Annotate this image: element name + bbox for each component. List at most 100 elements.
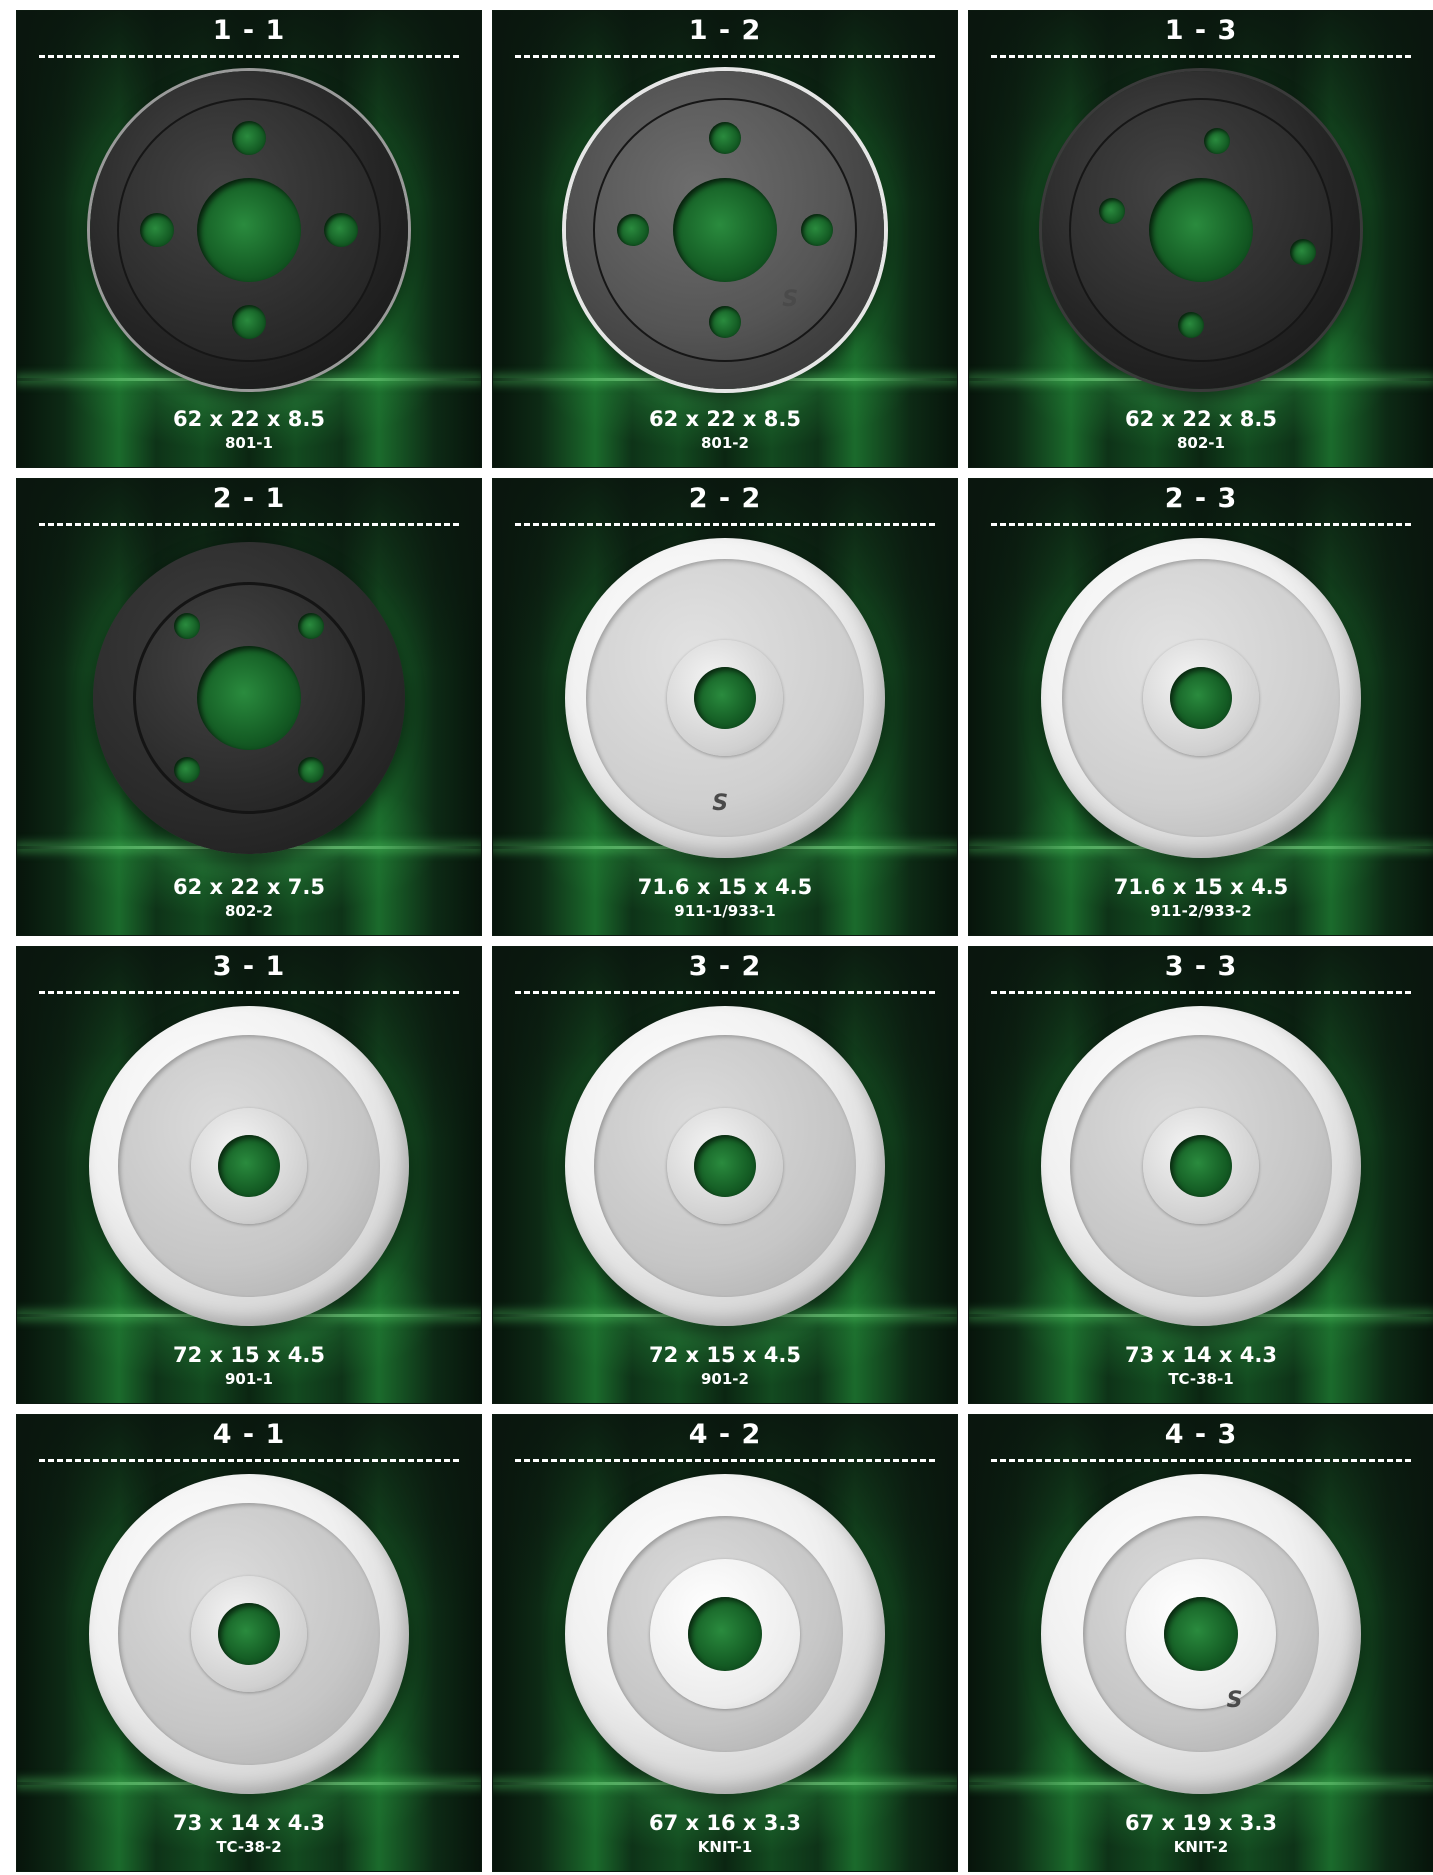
- disk-bore: [218, 1135, 280, 1197]
- dashed-divider: [515, 523, 935, 526]
- cell-label: 4 - 3: [1164, 1419, 1238, 1450]
- part-code: 802-1: [1177, 434, 1225, 452]
- cell-label: 1 - 1: [212, 15, 286, 46]
- product-card-3-2[interactable]: 3 - 2 72 x 15 x 4.5 901-2: [492, 946, 958, 1404]
- dashed-divider: [39, 55, 459, 58]
- part-code: 802-2: [225, 902, 273, 920]
- brand-logo-icon: S: [1226, 1688, 1243, 1714]
- dashed-divider: [991, 991, 1411, 994]
- part-code: 801-1: [225, 434, 273, 452]
- product-card-2-1[interactable]: 2 - 1 62 x 22 x 7.5 802-2: [16, 478, 482, 936]
- dashed-divider: [39, 523, 459, 526]
- bolt-hole: [801, 214, 834, 246]
- disk-bore: [1149, 178, 1253, 282]
- cell-label: 3 - 2: [688, 951, 762, 982]
- dashed-divider: [991, 55, 1411, 58]
- dashed-divider: [515, 1459, 935, 1462]
- dimension-label: 72 x 15 x 4.5: [173, 1343, 325, 1367]
- cell-label: 1 - 3: [1164, 15, 1238, 46]
- part-code: 911-1/933-1: [674, 902, 776, 920]
- part-code: KNIT-2: [1173, 1838, 1229, 1856]
- brand-logo-icon: S: [712, 790, 729, 816]
- disk-image: [93, 542, 405, 854]
- dashed-divider: [39, 1459, 459, 1462]
- product-card-4-2[interactable]: 4 - 2 67 x 16 x 3.3 KNIT-1: [492, 1414, 958, 1872]
- part-code: TC-38-2: [216, 1838, 282, 1856]
- product-card-4-3[interactable]: 4 - 3 S 67 x 19 x 3.3 KNIT-2: [968, 1414, 1433, 1872]
- bolt-hole: [232, 305, 266, 340]
- disk-bore: [1164, 1597, 1238, 1671]
- bolt-hole: [616, 214, 649, 246]
- part-code: TC-38-1: [1168, 1370, 1234, 1388]
- bolt-hole: [1289, 239, 1316, 266]
- bolt-hole: [232, 120, 266, 155]
- dashed-divider: [991, 1459, 1411, 1462]
- part-code: 801-2: [701, 434, 749, 452]
- disk-bore: [673, 178, 777, 282]
- disk-image: [90, 71, 408, 389]
- part-code: KNIT-1: [697, 1838, 753, 1856]
- dimension-label: 62 x 22 x 7.5: [173, 875, 325, 899]
- dimension-label: 71.6 x 15 x 4.5: [637, 875, 813, 899]
- brand-logo-icon: S: [782, 287, 799, 313]
- bolt-hole: [1203, 127, 1230, 154]
- cell-label: 3 - 3: [1164, 951, 1238, 982]
- part-code: 911-2/933-2: [1150, 902, 1252, 920]
- cell-label: 1 - 2: [688, 15, 762, 46]
- cell-label: 2 - 1: [212, 483, 286, 514]
- disk-image: S: [1041, 1474, 1361, 1794]
- dashed-divider: [515, 55, 935, 58]
- bolt-hole: [709, 121, 741, 154]
- disk-bore: [688, 1597, 762, 1671]
- bolt-hole: [1098, 197, 1125, 224]
- bolt-hole: [139, 213, 174, 247]
- cell-label: 3 - 1: [212, 951, 286, 982]
- product-card-4-1[interactable]: 4 - 1 73 x 14 x 4.3 TC-38-2: [16, 1414, 482, 1872]
- dimension-label: 67 x 16 x 3.3: [649, 1811, 801, 1835]
- product-grid: 1 - 1 62 x 22 x 8.5 801-1 1 - 2 S 62 x 2…: [16, 10, 1433, 1875]
- product-card-1-3[interactable]: 1 - 3 62 x 22 x 8.5 802-1: [968, 10, 1433, 468]
- part-code: 901-2: [701, 1370, 749, 1388]
- bolt-hole: [1178, 312, 1205, 339]
- bolt-hole: [298, 613, 325, 640]
- disk-image: [1041, 1006, 1361, 1326]
- dimension-label: 62 x 22 x 8.5: [1125, 407, 1277, 431]
- disk-image: [565, 1006, 885, 1326]
- bolt-hole: [173, 756, 200, 783]
- dashed-divider: [39, 991, 459, 994]
- product-card-2-2[interactable]: 2 - 2 S 71.6 x 15 x 4.5 911-1/933-1: [492, 478, 958, 936]
- bolt-hole: [173, 613, 200, 640]
- dimension-label: 67 x 19 x 3.3: [1125, 1811, 1277, 1835]
- disk-bore: [197, 178, 301, 282]
- bolt-hole: [298, 756, 325, 783]
- cell-label: 2 - 3: [1164, 483, 1238, 514]
- part-code: 901-1: [225, 1370, 273, 1388]
- disk-image: S: [565, 538, 885, 858]
- dimension-label: 73 x 14 x 4.3: [173, 1811, 325, 1835]
- disk-bore: [694, 1135, 756, 1197]
- disk-bore: [1170, 1135, 1232, 1197]
- disk-bore: [218, 1603, 280, 1665]
- bolt-hole: [709, 306, 741, 339]
- disk-image: [89, 1474, 409, 1794]
- product-card-3-3[interactable]: 3 - 3 73 x 14 x 4.3 TC-38-1: [968, 946, 1433, 1404]
- disk-image: [565, 1474, 885, 1794]
- disk-image: [1041, 538, 1361, 858]
- disk-bore: [694, 667, 756, 729]
- cell-label: 4 - 1: [212, 1419, 286, 1450]
- dimension-label: 73 x 14 x 4.3: [1125, 1343, 1277, 1367]
- dashed-divider: [991, 523, 1411, 526]
- cell-label: 2 - 2: [688, 483, 762, 514]
- bolt-hole: [324, 213, 359, 247]
- product-card-1-2[interactable]: 1 - 2 S 62 x 22 x 8.5 801-2: [492, 10, 958, 468]
- dimension-label: 62 x 22 x 8.5: [649, 407, 801, 431]
- product-card-2-3[interactable]: 2 - 3 71.6 x 15 x 4.5 911-2/933-2: [968, 478, 1433, 936]
- disk-image: S: [566, 71, 884, 389]
- dimension-label: 62 x 22 x 8.5: [173, 407, 325, 431]
- dimension-label: 72 x 15 x 4.5: [649, 1343, 801, 1367]
- cell-label: 4 - 2: [688, 1419, 762, 1450]
- disk-bore: [197, 646, 301, 750]
- product-card-3-1[interactable]: 3 - 1 72 x 15 x 4.5 901-1: [16, 946, 482, 1404]
- product-card-1-1[interactable]: 1 - 1 62 x 22 x 8.5 801-1: [16, 10, 482, 468]
- disk-image: [89, 1006, 409, 1326]
